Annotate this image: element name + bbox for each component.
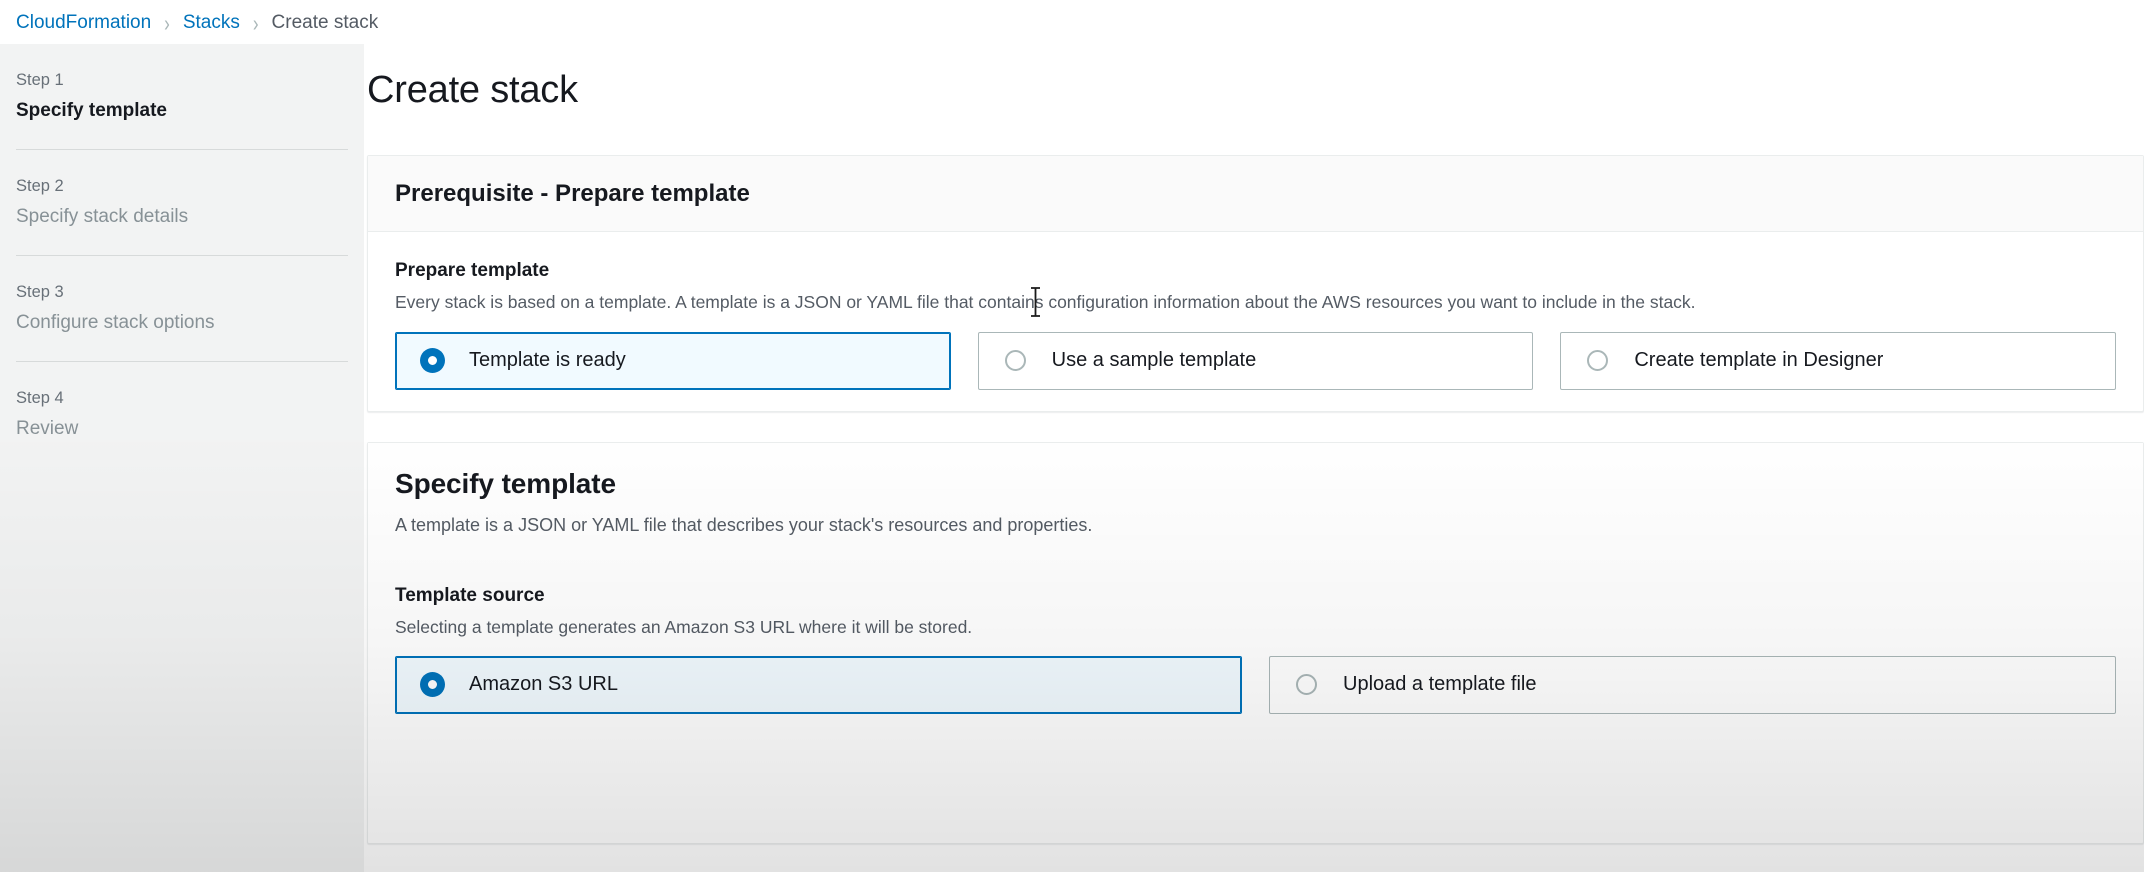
sidebar-step-1[interactable]: Step 1 Specify template bbox=[0, 44, 364, 149]
sidebar-step-4[interactable]: Step 4 Review bbox=[0, 361, 364, 467]
template-source-radio-group: Amazon S3 URL Upload a template file bbox=[395, 655, 2116, 714]
radio-tile-template-is-ready[interactable]: Template is ready bbox=[395, 331, 951, 390]
radio-selected-icon[interactable] bbox=[422, 350, 443, 372]
radio-unselected-icon[interactable] bbox=[1004, 350, 1026, 372]
prerequisite-card: Prerequisite - Prepare template Prepare … bbox=[367, 155, 2144, 412]
radio-tile-template-is-ready-label: Template is ready bbox=[469, 349, 626, 372]
radio-tile-amazon-s3-url-label: Amazon S3 URL bbox=[469, 673, 618, 696]
breadcrumb-item-create-stack: Create stack bbox=[271, 12, 379, 33]
prepare-template-label: Prepare template bbox=[395, 260, 550, 281]
radio-tile-amazon-s3-url[interactable]: Amazon S3 URL bbox=[395, 655, 1242, 714]
specify-template-card-body: Template source Selecting a template gen… bbox=[368, 539, 2143, 714]
radio-tile-use-a-sample-template-label: Use a sample template bbox=[1051, 349, 1257, 372]
radio-unselected-icon[interactable] bbox=[1296, 674, 1317, 696]
template-source-description: Selecting a template generates an Amazon… bbox=[395, 616, 973, 637]
radio-tile-upload-a-template-file-label: Upload a template file bbox=[1343, 673, 1537, 696]
sidebar-step-2[interactable]: Step 2 Specify stack details bbox=[0, 149, 364, 255]
sidebar-step-4-number: Step 4 bbox=[16, 389, 64, 408]
breadcrumb-item-stacks[interactable]: Stacks bbox=[183, 12, 240, 34]
radio-tile-create-template-in-designer-label: Create template in Designer bbox=[1634, 349, 1884, 372]
sidebar-step-3-number: Step 3 bbox=[16, 283, 64, 302]
breadcrumb-separator-icon: › bbox=[164, 10, 170, 36]
radio-tile-create-template-in-designer[interactable]: Create template in Designer bbox=[1560, 331, 2117, 390]
prerequisite-card-header: Prerequisite - Prepare template bbox=[368, 156, 2143, 232]
radio-tile-upload-a-template-file[interactable]: Upload a template file bbox=[1269, 655, 2116, 714]
prerequisite-card-title: Prerequisite - Prepare template bbox=[395, 180, 750, 207]
prepare-template-description: Every stack is based on a template. A te… bbox=[395, 291, 1696, 312]
page-title: Create stack bbox=[367, 69, 578, 111]
radio-selected-icon[interactable] bbox=[422, 674, 443, 696]
create-stack-page: CloudFormation › Stacks › Create stack S… bbox=[0, 0, 2144, 872]
specify-template-card-title: Specify template bbox=[395, 468, 616, 499]
breadcrumb-separator-icon: › bbox=[252, 10, 259, 36]
specify-template-card-description: A template is a JSON or YAML file that d… bbox=[395, 515, 1093, 535]
sidebar-step-2-title: Specify stack details bbox=[16, 205, 189, 227]
prepare-template-radio-group: Template is ready Use a sample template … bbox=[395, 331, 2117, 390]
specify-template-card-header: Specify template A template is a JSON or… bbox=[368, 443, 2143, 539]
breadcrumb: CloudFormation › Stacks › Create stack bbox=[16, 8, 378, 38]
sidebar-step-1-number: Step 1 bbox=[16, 71, 64, 89]
radio-unselected-icon[interactable] bbox=[1587, 350, 1609, 372]
sidebar-step-3[interactable]: Step 3 Configure stack options bbox=[0, 255, 364, 361]
breadcrumb-item-cloudformation[interactable]: CloudFormation bbox=[16, 12, 151, 34]
template-source-label: Template source bbox=[395, 585, 545, 606]
sidebar-step-2-number: Step 2 bbox=[16, 177, 64, 196]
specify-template-card: Specify template A template is a JSON or… bbox=[367, 442, 2144, 844]
step-navigation-sidebar: Step 1 Specify template Step 2 Specify s… bbox=[0, 44, 364, 872]
sidebar-step-1-title: Specify template bbox=[16, 99, 167, 121]
sidebar-step-3-title: Configure stack options bbox=[16, 311, 215, 333]
prerequisite-card-body: Prepare template Every stack is based on… bbox=[368, 232, 2143, 390]
main-content: Create stack Prerequisite - Prepare temp… bbox=[364, 44, 2144, 872]
radio-tile-use-a-sample-template[interactable]: Use a sample template bbox=[977, 331, 1534, 390]
sidebar-step-4-title: Review bbox=[16, 417, 79, 439]
